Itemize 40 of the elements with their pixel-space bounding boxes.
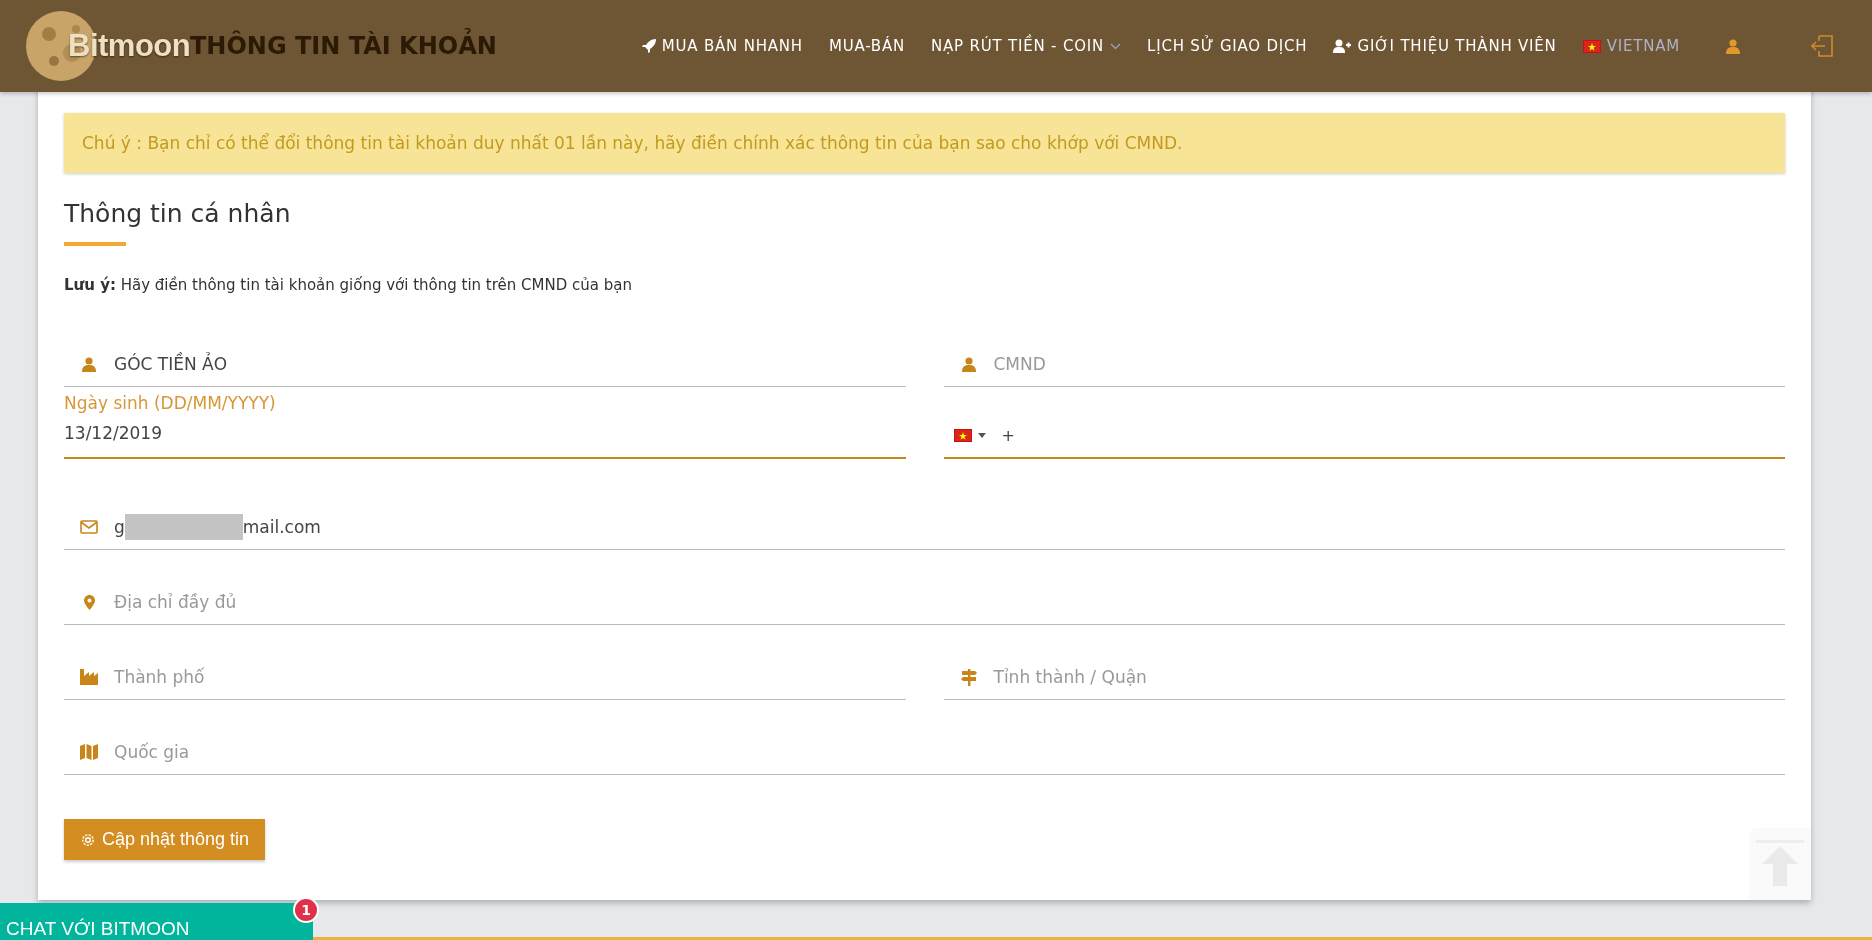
email-text: mail.com: [242, 517, 321, 537]
account-button[interactable]: [1726, 38, 1740, 54]
placeholder-text: CMND: [993, 354, 1047, 374]
person-icon: [961, 356, 976, 372]
nav-link[interactable]: GIỚI THIỆU THÀNH VIÊN: [1333, 37, 1557, 55]
dial-code: +: [1001, 425, 1015, 445]
add-user-icon: [1333, 39, 1352, 53]
placeholder-text: Quốc gia: [114, 742, 191, 762]
nav-link[interactable]: LỊCH SỬ GIAO DỊCH: [1147, 37, 1308, 55]
settings-icon: [80, 831, 96, 848]
placeholder-text: Tỉnh thành / Quận: [993, 667, 1148, 687]
sign-out-icon: [1810, 34, 1834, 58]
field-value: 13/12/2019: [64, 423, 163, 445]
caret-icon: [977, 432, 986, 438]
nav-link[interactable]: MUA-BÁN: [828, 37, 906, 55]
birth-date-field[interactable]: Ngày sinh (DD/MM/YYYY) 13/12/2019: [64, 393, 906, 459]
country-picker[interactable]: [953, 428, 986, 442]
vietnam-flag-icon: [1582, 39, 1601, 53]
email-text: g: [114, 517, 125, 537]
map-icon: [80, 744, 98, 760]
nav-link[interactable]: MUA BÁN NHANH: [641, 37, 803, 55]
person-icon: [1726, 38, 1740, 54]
person-icon: [82, 356, 96, 372]
phone-field[interactable]: +: [943, 413, 1785, 459]
field-label: Ngày sinh (DD/MM/YYYY): [64, 393, 276, 413]
factory-icon: [80, 669, 98, 685]
note-text: Lưu ý: Hãy điền thông tin tài khoản giống với thông tin trên CMND của bạn: [64, 276, 633, 294]
placeholder-text: Địa chỉ đầy đủ: [114, 592, 238, 612]
rocket-icon: [641, 39, 656, 53]
logout-button[interactable]: [1810, 34, 1834, 58]
vietnam-flag-icon: [953, 428, 972, 442]
section-title: Thông tin cá nhân: [64, 199, 292, 228]
map-pin-icon: [83, 594, 95, 610]
signpost-icon: [960, 668, 977, 686]
envelope-icon: [80, 520, 98, 534]
placeholder-text: Thành phố: [114, 667, 206, 687]
field-value: GÓC TIỀN ẢO: [114, 354, 229, 374]
warning-alert: Chú ý : Bạn chỉ có thể đổi thông tin tài khoản duy nhất 01 lần này, hãy điền chính xác thông tin của bạn sao cho khớp với CMND.: [64, 113, 1785, 173]
email-field[interactable]: g mail.com: [64, 505, 1785, 550]
name-field[interactable]: GÓC TIỀN ẢO: [64, 342, 906, 387]
